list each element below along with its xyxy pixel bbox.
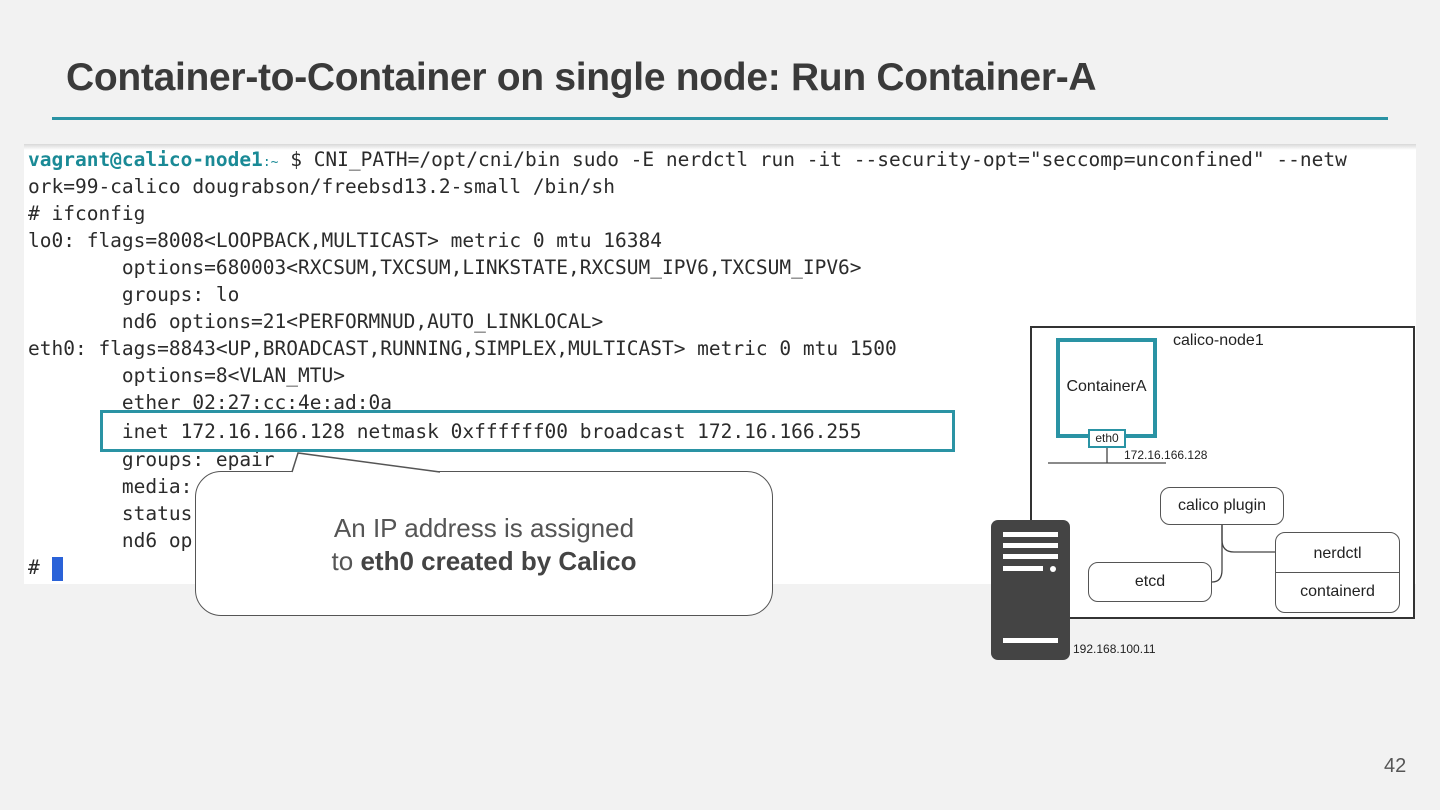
prompt-hash: #: [28, 556, 40, 579]
page-number: 42: [1384, 755, 1407, 777]
terminal-line: ork=99-calico dougrabson/freebsd13.2-sma…: [28, 175, 615, 198]
callout-line-2: to eth0 created by Calico: [195, 545, 773, 578]
terminal-last-prompt: #: [28, 554, 63, 581]
runtime-box: nerdctl containerd: [1275, 532, 1400, 613]
callout-line-2-prefix: to: [331, 546, 361, 576]
container-a-label: ContainerA: [1066, 378, 1147, 395]
terminal-cursor: [51, 556, 63, 581]
prompt-command: $ CNI_PATH=/opt/cni/bin sudo -E nerdctl …: [278, 148, 1347, 171]
server-icon: [991, 520, 1070, 660]
server-led: [1050, 566, 1056, 572]
terminal-line: # ifconfig: [28, 202, 146, 225]
terminal-line: eth0: flags=8843<UP,BROADCAST,RUNNING,SI…: [28, 337, 897, 360]
slide-title: Container-to-Container on single node: R…: [66, 56, 1097, 99]
terminal-line: status: [28, 502, 193, 525]
eth0-interface: eth0: [1088, 429, 1126, 448]
terminal-command-line: vagrant@calico-node1:~ $ CNI_PATH=/opt/c…: [28, 146, 1347, 173]
callout-line-2-bold: eth0 created by Calico: [360, 546, 637, 576]
server-slot: [1003, 543, 1058, 548]
title-underline: [52, 117, 1388, 120]
prompt-user: vagrant@calico-node1: [28, 148, 263, 171]
server-slot: [1003, 532, 1058, 537]
server-slot: [1003, 554, 1058, 559]
server-slot: [1003, 566, 1043, 571]
terminal-line: groups: lo: [28, 283, 240, 306]
terminal-line: nd6 op: [28, 529, 193, 552]
inet-highlight-box: [100, 410, 955, 452]
node-label: calico-node1: [1173, 332, 1264, 349]
terminal-line: options=8<VLAN_MTU>: [28, 364, 345, 387]
callout-line-1: An IP address is assigned: [333, 513, 635, 543]
containerd-label: containerd: [1300, 583, 1375, 600]
nerdctl-label: nerdctl: [1276, 533, 1399, 573]
calico-plugin-box: calico plugin: [1160, 487, 1284, 525]
server-base-slot: [1003, 638, 1058, 643]
container-ip-label: 172.16.166.128: [1124, 448, 1208, 462]
terminal-line: nd6 options=21<PERFORMNUD,AUTO_LINKLOCAL…: [28, 310, 604, 333]
terminal-line: media:: [28, 475, 193, 498]
host-ip-label: 192.168.100.11: [1073, 642, 1156, 656]
etcd-box: etcd: [1088, 562, 1212, 602]
terminal-line: options=680003<RXCSUM,TXCSUM,LINKSTATE,R…: [28, 256, 862, 279]
prompt-path: :~: [262, 155, 279, 170]
terminal-line: lo0: flags=8008<LOOPBACK,MULTICAST> metr…: [28, 229, 662, 252]
callout-text: An IP address is assigned to eth0 create…: [195, 512, 773, 578]
